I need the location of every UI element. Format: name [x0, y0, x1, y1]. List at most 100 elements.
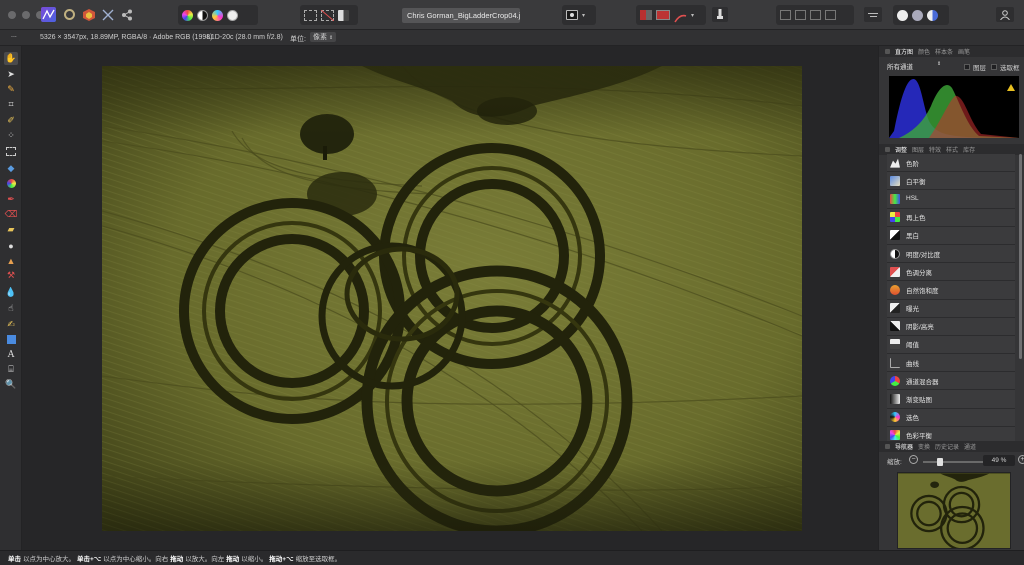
canvas-area[interactable]	[22, 46, 878, 550]
dodge-tool-icon[interactable]: ▰	[4, 223, 18, 236]
tab-channels[interactable]: 通道	[964, 442, 976, 451]
chevron-down-icon[interactable]: ▾	[691, 12, 694, 19]
red-eye-tool-icon[interactable]: ⚒	[4, 269, 18, 282]
flood-select-tool-icon[interactable]: ⁘	[4, 129, 18, 142]
histogram-selection-option[interactable]: 选取框	[991, 62, 1020, 72]
panel-options-icon[interactable]	[885, 444, 890, 449]
zoom-tool-icon[interactable]: 🔍	[4, 378, 18, 391]
adjustment-item-threshold[interactable]: 阈值	[887, 335, 1015, 355]
photo-persona-icon[interactable]	[41, 7, 56, 22]
smudge-tool-icon[interactable]: ☝	[4, 302, 18, 315]
isolate-icon[interactable]	[912, 9, 923, 21]
liquify-persona-icon[interactable]	[64, 9, 75, 20]
arrange-back-icon[interactable]	[780, 10, 791, 20]
preview-icon[interactable]	[927, 9, 938, 21]
arrange-forward-icon[interactable]	[810, 10, 821, 20]
adjustment-item-black-white[interactable]: 黑白	[887, 226, 1015, 245]
clone-brush-tool-icon[interactable]: ●	[4, 239, 18, 252]
zoom-slider[interactable]	[923, 461, 985, 463]
frame-text-tool-icon[interactable]: ⌸	[4, 363, 18, 376]
text-tool-icon[interactable]: A	[4, 348, 18, 361]
deselect-icon[interactable]	[321, 9, 334, 21]
blur-brush-tool-icon[interactable]: 💧	[4, 286, 18, 299]
adjustment-item-selective-color[interactable]: 选色	[887, 408, 1015, 427]
invert-selection-icon[interactable]	[338, 9, 349, 21]
adjustment-item-white-balance[interactable]: 白平衡	[887, 172, 1015, 191]
brush-mode-icon[interactable]	[674, 10, 687, 23]
adjustment-item-channel-mixer[interactable]: 通道混合器	[887, 372, 1015, 391]
auto-white-balance-icon[interactable]	[227, 9, 238, 21]
move-tool-icon[interactable]: ➤	[4, 68, 18, 81]
erase-brush-tool-icon[interactable]: ⌫	[4, 208, 18, 221]
zoom-value-field[interactable]: 49 %	[983, 455, 1015, 466]
tab-transform[interactable]: 变换	[918, 442, 930, 451]
auto-contrast-icon[interactable]	[197, 9, 208, 21]
select-all-icon[interactable]	[304, 9, 317, 21]
minimize-window-button[interactable]	[22, 10, 30, 19]
adjustment-item-levels[interactable]: 色阶	[887, 154, 1015, 173]
adjustment-item-recolor[interactable]: 再上色	[887, 208, 1015, 227]
snapping-icon[interactable]	[897, 9, 908, 21]
context-more-button[interactable]: ...	[11, 32, 17, 39]
auto-colors-icon[interactable]	[212, 9, 223, 21]
arrange-front-icon[interactable]	[825, 10, 836, 20]
panel-options-icon[interactable]	[885, 49, 890, 54]
user-account-icon[interactable]	[996, 7, 1014, 22]
flood-fill-tool-icon[interactable]: ◆	[4, 162, 18, 175]
blemish-removal-tool-icon[interactable]: ▲	[4, 254, 18, 267]
photo-canvas[interactable]	[102, 66, 802, 531]
tab-effects[interactable]: 特效	[929, 145, 941, 154]
zoom-out-icon[interactable]: −	[909, 455, 918, 464]
assistant-icon[interactable]	[712, 7, 728, 22]
tab-histogram[interactable]: 直方图	[895, 47, 913, 56]
pen-tool-icon[interactable]: ✍	[4, 318, 18, 331]
view-tool-hand-icon[interactable]: ✋	[4, 52, 18, 65]
arrange-backward-icon[interactable]	[795, 10, 806, 20]
quick-mask-icon[interactable]	[566, 10, 578, 20]
shape-tool-icon[interactable]	[4, 333, 18, 346]
crop-tool-icon[interactable]: ⌗	[4, 98, 18, 111]
adjustment-item-curves[interactable]: 曲线	[887, 354, 1015, 373]
tab-brushes[interactable]: 画笔	[958, 47, 970, 56]
document-title[interactable]: Chris Gorman_BigLadderCrop04.jpg (49...	[402, 8, 520, 23]
adjustment-item-gradient-map[interactable]: 渐变贴图	[887, 390, 1015, 409]
zoom-in-icon[interactable]: +	[1018, 455, 1024, 464]
selection-checkbox[interactable]	[991, 64, 997, 70]
panel-options-icon[interactable]	[885, 147, 890, 152]
tab-stock[interactable]: 库存	[963, 145, 975, 154]
mask-overlay-icon[interactable]	[640, 10, 652, 20]
adjustment-item-color-balance[interactable]: 色彩平衡	[887, 426, 1015, 442]
tone-mapping-persona-icon[interactable]	[102, 8, 114, 21]
tab-history[interactable]: 历史记录	[935, 442, 959, 451]
auto-levels-icon[interactable]	[182, 9, 193, 21]
histogram-layer-option[interactable]: 图层	[964, 62, 986, 72]
navigator-thumbnail[interactable]	[897, 472, 1011, 549]
share-icon[interactable]	[121, 8, 133, 21]
selection-brush-tool-icon[interactable]: ✐	[4, 114, 18, 127]
adjustment-item-shadows-highlights[interactable]: 阴影/高亮	[887, 317, 1015, 336]
marquee-tool-icon[interactable]	[4, 145, 18, 158]
chevron-down-icon[interactable]: ▾	[582, 12, 585, 19]
tab-adjustments[interactable]: 调整	[895, 145, 907, 154]
tab-navigator[interactable]: 导航器	[895, 442, 913, 451]
develop-persona-icon[interactable]	[83, 8, 95, 21]
close-window-button[interactable]	[8, 10, 16, 19]
tab-layers[interactable]: 图层	[912, 145, 924, 154]
adjustment-item-hsl[interactable]: HSL	[887, 190, 1015, 209]
color-picker-tool-icon[interactable]: ✎	[4, 83, 18, 96]
split-view-icon[interactable]	[656, 10, 670, 20]
adjustment-item-exposure[interactable]: 曝光	[887, 299, 1015, 318]
tab-styles[interactable]: 样式	[946, 145, 958, 154]
adjustment-item-brightness-contrast[interactable]: 明度/对比度	[887, 244, 1015, 264]
paint-brush-tool-icon[interactable]: ✒	[4, 193, 18, 206]
tab-swatches[interactable]: 样本条	[935, 47, 953, 56]
align-icon[interactable]	[864, 7, 882, 22]
layer-checkbox[interactable]	[964, 64, 970, 70]
gradient-tool-icon[interactable]	[4, 177, 18, 190]
adjustment-item-posterize[interactable]: 色调分离	[887, 263, 1015, 282]
histogram-channel-select[interactable]: 所有通道 ⇕	[887, 61, 947, 72]
tab-color[interactable]: 颜色	[918, 47, 930, 56]
adjustment-item-vibrance[interactable]: 自然饱和度	[887, 281, 1015, 300]
adjustments-scrollbar[interactable]	[1019, 154, 1022, 359]
unit-select[interactable]: 像素 ⇕	[310, 32, 337, 42]
